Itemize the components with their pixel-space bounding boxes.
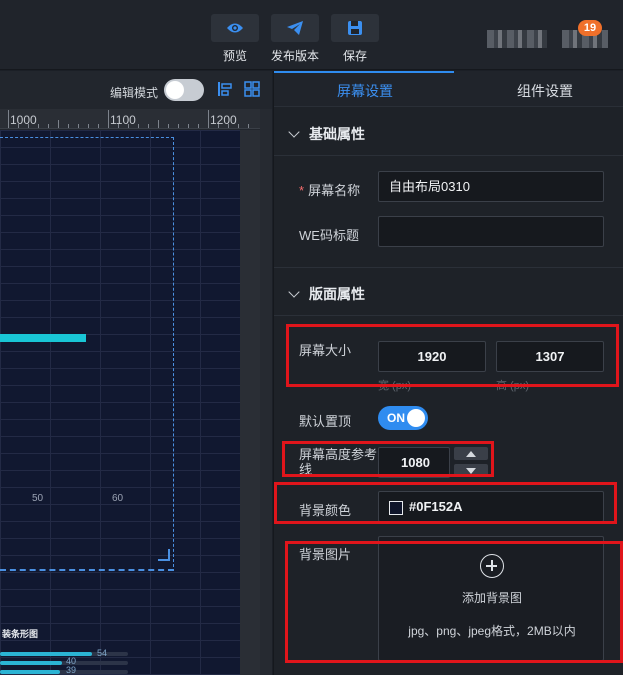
divider [274,315,623,316]
ruler-label: 1100 [110,113,136,127]
caret-down-icon [466,467,476,474]
save-label: 保存 [342,49,367,63]
settings-panel: 屏幕设置 组件设置 基础属性 * 屏幕名称 自由布局0310 WE码标题 版面属性… [273,71,623,675]
divider [274,267,623,268]
bar-fill [0,652,92,656]
ruler-label: 1000 [10,113,37,127]
horizontal-ruler: 1000 1100 1200 [0,109,260,129]
screen-name-label-text: 屏幕名称 [308,183,361,198]
widget-title: 装条形图 [2,629,39,639]
layout-section-title: 版面属性 [309,286,365,302]
caret-up-icon [466,450,476,457]
publish-button[interactable]: 发布版本 [269,14,321,64]
grid-icon[interactable] [243,80,261,103]
preview-button[interactable]: 预览 [209,14,261,64]
tab-screen-settings[interactable]: 屏幕设置 [337,81,393,101]
selection-outline-top [0,137,174,138]
tab-component-settings[interactable]: 组件设置 [517,81,573,101]
preview-label: 预览 [222,49,247,63]
screen-height-input[interactable]: 1307 [496,341,604,372]
bg-image-upload[interactable]: 添加背景图 jpg、png、jpeg格式，2MB以内 [378,536,604,661]
screen-name-label: * 屏幕名称 [299,180,360,199]
layout-section-header[interactable]: 版面属性 [288,284,365,304]
publish-label: 发布版本 [270,49,319,63]
selection-outline-right [173,137,174,567]
resize-handle[interactable] [158,549,170,561]
axis-label: 50 [32,493,44,504]
send-icon [271,14,319,42]
bar-value: 39 [66,665,77,675]
canvas-header: 编辑模式 [0,71,272,109]
bar-value: 54 [97,648,108,658]
bar-widget[interactable] [0,334,86,342]
chevron-down-icon [288,126,300,138]
width-hint: 宽 (px) [378,380,411,392]
eye-icon [211,14,259,42]
basic-section-title: 基础属性 [309,126,365,142]
screen-name-input[interactable]: 自由布局0310 [378,171,604,202]
canvas-margin [240,130,260,675]
required-marker: * [299,183,305,198]
ruler-label: 1200 [210,113,237,127]
bar-fill [0,670,60,674]
bar-fill [0,661,62,665]
align-icon[interactable] [216,80,234,103]
basic-section-header[interactable]: 基础属性 [288,124,365,144]
toggle-state: ON [387,411,405,425]
screen-width-input[interactable]: 1920 [378,341,486,372]
screen-size-label: 屏幕大小 [299,343,352,358]
toggle-knob [407,409,425,427]
bg-color-label: 背景颜色 [299,503,352,518]
settings-tabs: 屏幕设置 组件设置 [274,71,623,107]
save-button[interactable]: 保存 [329,14,381,64]
divider [274,155,623,156]
user-info-blurred [487,30,547,48]
bg-image-label: 背景图片 [299,547,352,562]
height-hint: 高 (px) [496,380,529,392]
bg-color-value: #0F152A [409,499,463,514]
bg-color-input[interactable]: #0F152A [378,491,604,522]
editor-root: 预览 发布版本 保存 19 编辑模式 1000 1100 1200 50 60 … [0,0,623,675]
we-title-label: WE码标题 [299,228,359,243]
ref-line-input[interactable]: 1080 [378,447,450,478]
active-tab-indicator [274,71,454,73]
upload-hint: jpg、png、jpeg格式，2MB以内 [408,624,576,638]
we-title-input[interactable] [378,216,604,247]
toggle-knob [166,81,184,99]
increment-button[interactable] [454,447,488,460]
default-top-toggle[interactable]: ON [378,406,428,430]
edit-mode-label: 编辑模式 [110,86,159,100]
upload-label: 添加背景图 [461,591,522,605]
color-swatch[interactable] [389,501,403,515]
decrement-button[interactable] [454,464,488,477]
ref-line-label: 屏幕高度参考线 [299,447,378,477]
chevron-down-icon [288,286,300,298]
selection-outline-bottom [0,569,174,571]
plus-circle-icon [480,554,504,578]
canvas-area: 编辑模式 1000 1100 1200 50 60 装条形图 54 40 39 [0,71,272,675]
default-top-label: 默认置顶 [299,414,352,429]
save-icon [331,14,379,42]
canvas-stage[interactable] [0,130,240,675]
notification-badge[interactable]: 19 [578,20,602,36]
edit-mode-toggle[interactable] [164,79,204,101]
top-toolbar: 预览 发布版本 保存 19 [0,0,623,70]
axis-label: 60 [112,493,124,504]
canvas-scrollbar[interactable] [260,109,272,675]
